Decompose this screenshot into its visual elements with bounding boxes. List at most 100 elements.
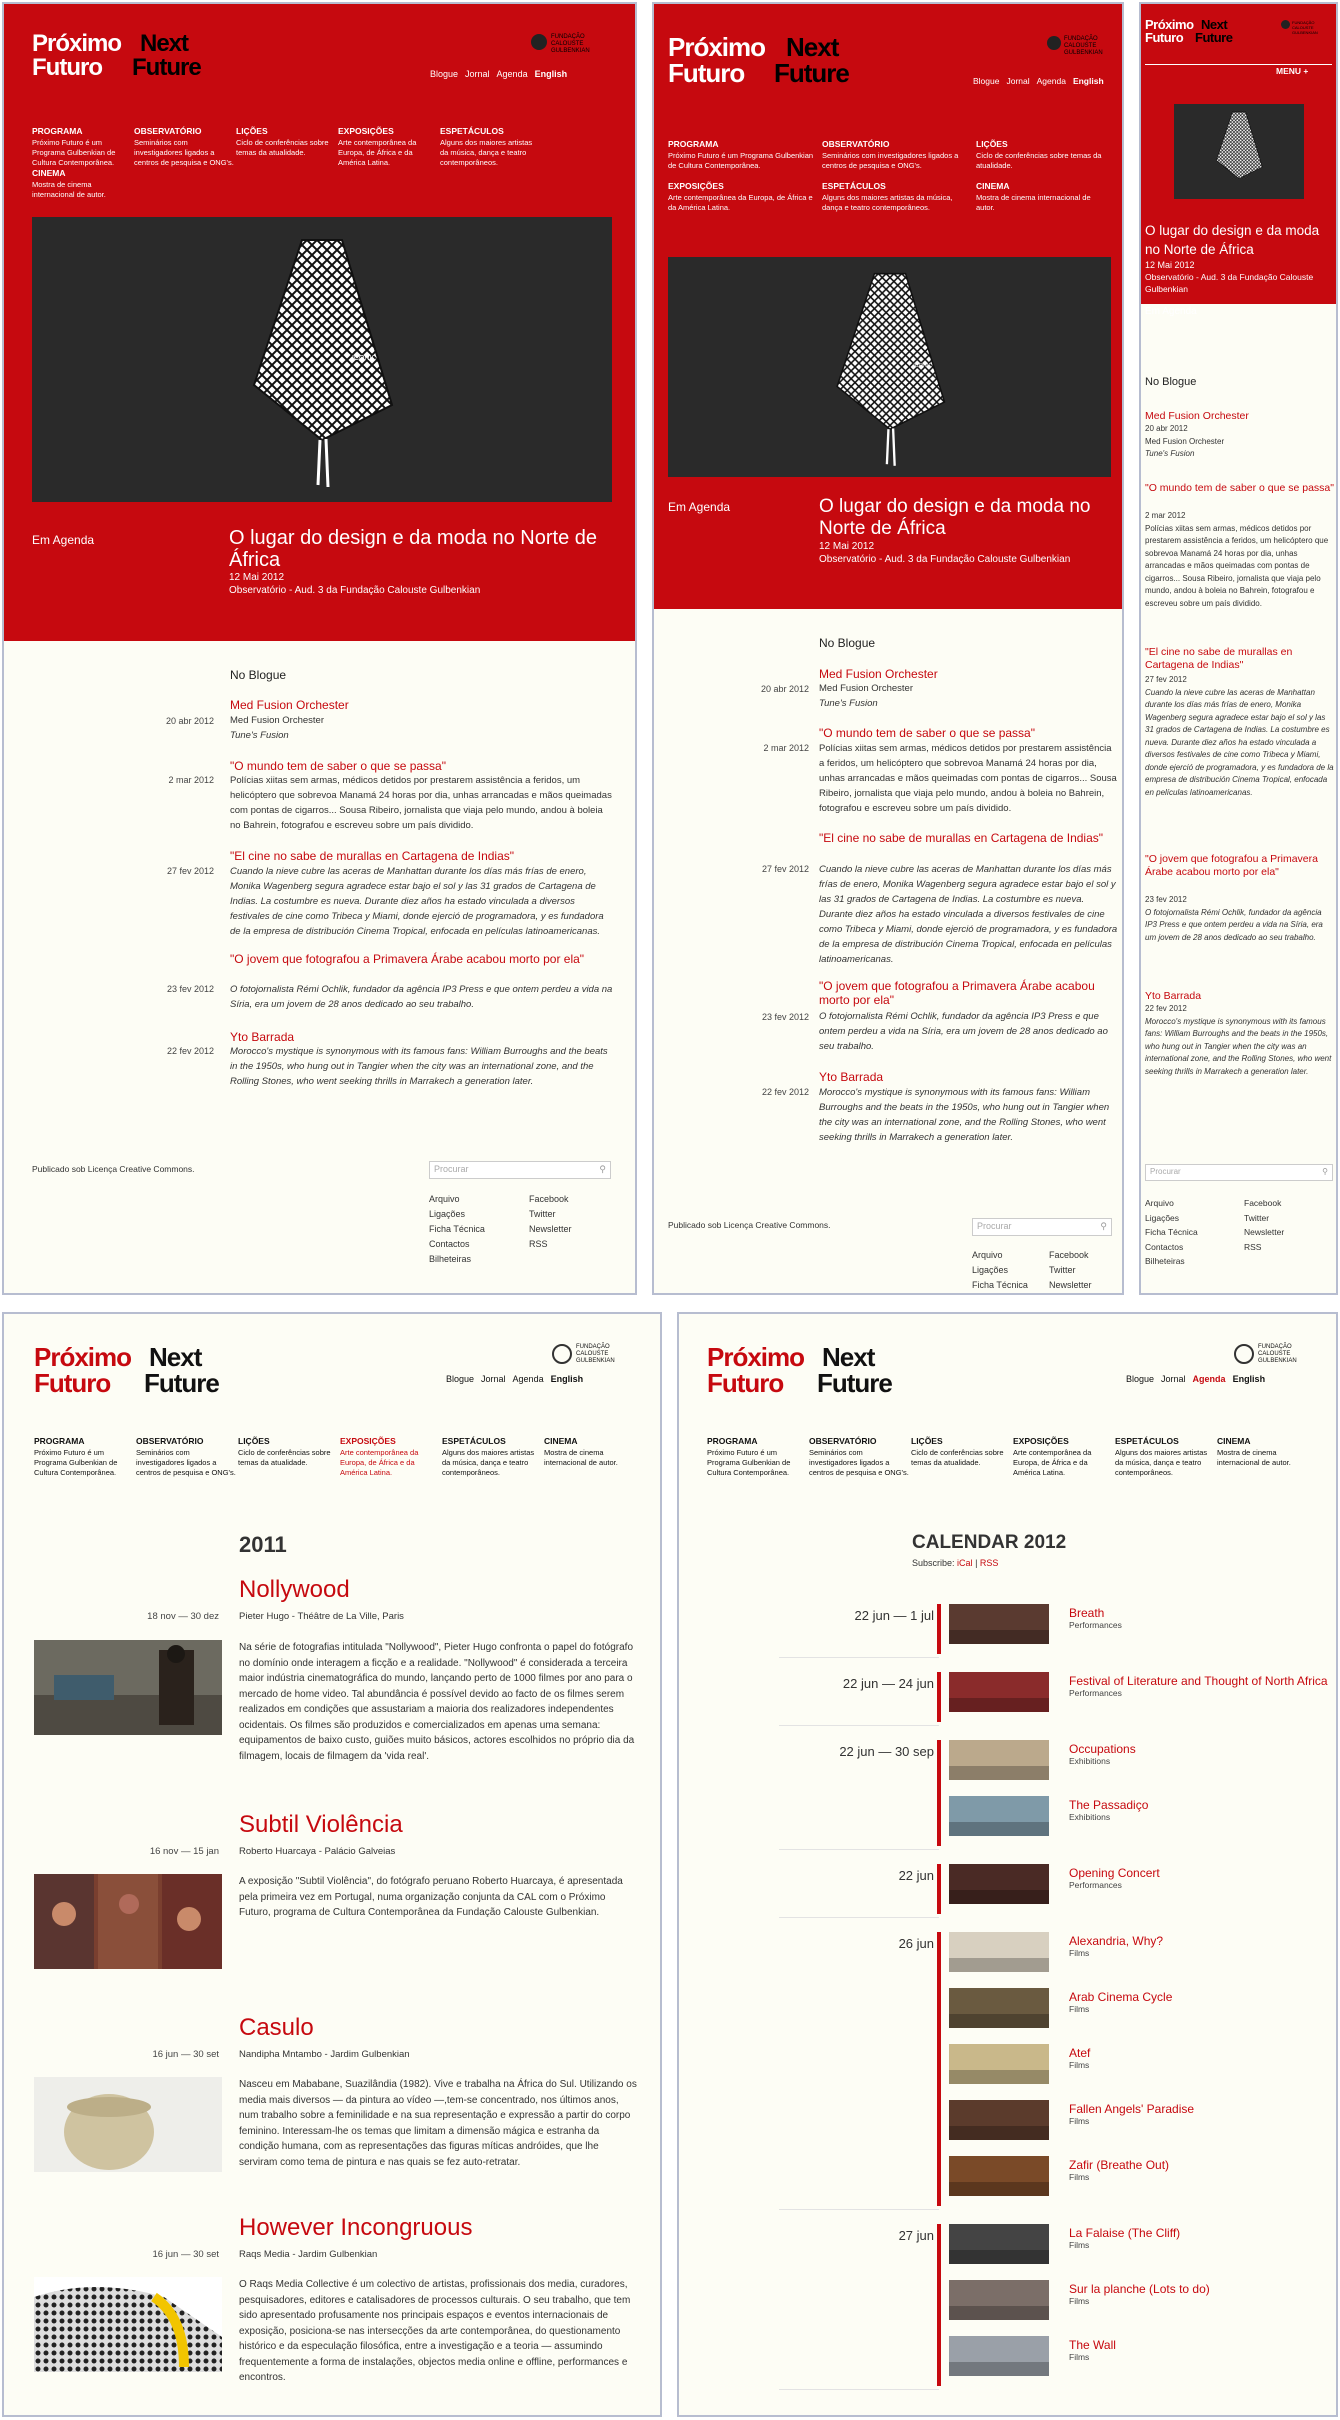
nav-blogue[interactable]: Blogue: [973, 76, 999, 86]
menu-observatorio[interactable]: OBSERVATÓRIO Seminários com investigadore…: [822, 139, 974, 181]
footer-link[interactable]: Facebook: [1244, 1196, 1284, 1211]
post-title[interactable]: Med Fusion Orchester: [230, 698, 349, 712]
footer-link[interactable]: Arquivo: [1145, 1196, 1198, 1211]
post-title[interactable]: "O jovem que fotografou a Primavera Árab…: [230, 952, 615, 966]
footer-link[interactable]: Ficha Técnica: [1145, 1225, 1198, 1240]
ical-link[interactable]: iCal: [957, 1558, 973, 1568]
calendar-event[interactable]: Fallen Angels' Paradise Films: [1069, 2102, 1329, 2126]
menu-exposicoes[interactable]: EXPOSIÇÕES Arte contemporânea da Europa, …: [668, 181, 820, 213]
nav-english[interactable]: English: [551, 1374, 584, 1384]
post-title[interactable]: "O mundo tem de saber o que se passa": [819, 726, 1119, 740]
event-title[interactable]: Zafir (Breathe Out): [1069, 2158, 1329, 2172]
event-thumbnail[interactable]: [949, 1988, 1049, 2028]
post-title[interactable]: Med Fusion Orchester: [819, 667, 938, 681]
search-input[interactable]: Procurar ⚲: [972, 1218, 1112, 1236]
menu-espetaculos[interactable]: ESPETÁCULOS Alguns dos maiores artistas d…: [442, 1436, 542, 1478]
calendar-event[interactable]: Atef Films: [1069, 2046, 1329, 2070]
event-thumbnail[interactable]: [949, 1604, 1049, 1644]
menu-espetaculos[interactable]: ESPETÁCULOS Alguns dos maiores artistas d…: [440, 126, 540, 168]
calendar-event[interactable]: The Passadiço Exhibitions: [1069, 1798, 1329, 1822]
event-thumbnail[interactable]: [949, 1740, 1049, 1780]
menu-exposicoes-active[interactable]: EXPOSIÇÕES Arte contemporânea da Europa, …: [340, 1436, 440, 1478]
footer-link[interactable]: Bilheteiras: [429, 1252, 485, 1267]
post-title[interactable]: "El cine no sabe de murallas en Cartagen…: [819, 831, 1119, 845]
event-thumbnail[interactable]: [949, 2280, 1049, 2320]
mobile-menu-button[interactable]: MENU +: [1276, 66, 1308, 76]
menu-programa[interactable]: PROGRAMA Próximo Futuro é um Programa Gul…: [707, 1436, 807, 1478]
menu-cinema[interactable]: CINEMA Mostra de cinema internacional de …: [32, 168, 112, 200]
footer-link[interactable]: RSS: [529, 1237, 572, 1252]
menu-observatorio[interactable]: OBSERVATÓRIO Seminários com investigadore…: [134, 126, 234, 168]
event-title[interactable]: Sur la planche (Lots to do): [1069, 2282, 1329, 2296]
nav-english[interactable]: English: [1233, 1374, 1266, 1384]
footer-link[interactable]: Newsletter: [529, 1222, 572, 1237]
menu-cinema[interactable]: CINEMA Mostra de cinema internacional de …: [544, 1436, 629, 1478]
post-title[interactable]: "El cine no sabe de murallas en Cartagen…: [230, 849, 615, 863]
footer-link[interactable]: Twitter: [1244, 1211, 1284, 1226]
footer-link[interactable]: Ligações: [1145, 1211, 1198, 1226]
search-icon[interactable]: ⚲: [1100, 1221, 1107, 1232]
post-title[interactable]: Med Fusion Orchester: [1145, 409, 1335, 423]
calendar-event[interactable]: Breath Performances: [1069, 1606, 1329, 1630]
exhibition-image[interactable]: [34, 1640, 222, 1735]
footer-link[interactable]: Ligações: [429, 1207, 485, 1222]
hero-image[interactable]: [1174, 104, 1304, 199]
search-input[interactable]: Procurar ⚲: [1145, 1164, 1333, 1181]
menu-programa[interactable]: PROGRAMA Próximo Futuro é um Programa Gul…: [34, 1436, 134, 1478]
footer-link[interactable]: Newsletter: [1049, 1278, 1092, 1293]
footer-link[interactable]: RSS: [1244, 1240, 1284, 1255]
event-thumbnail[interactable]: [949, 2156, 1049, 2196]
post-title[interactable]: Yto Barrada: [819, 1070, 883, 1084]
menu-espetaculos[interactable]: ESPETÁCULOS Alguns dos maiores artistas d…: [822, 181, 974, 213]
nav-blogue[interactable]: Blogue: [430, 69, 458, 79]
hero-image[interactable]: ICONIC: [668, 257, 1111, 477]
nav-jornal[interactable]: Jornal: [481, 1374, 506, 1384]
post-title[interactable]: Yto Barrada: [230, 1030, 294, 1044]
footer-link[interactable]: Newsletter: [1244, 1225, 1284, 1240]
footer-link[interactable]: Ligações: [972, 1263, 1028, 1278]
event-thumbnail[interactable]: [949, 1932, 1049, 1972]
nav-blogue[interactable]: Blogue: [446, 1374, 474, 1384]
nav-blogue[interactable]: Blogue: [1126, 1374, 1154, 1384]
nav-english[interactable]: English: [535, 69, 568, 79]
event-title[interactable]: O lugar do design e da moda no Norte de …: [229, 527, 629, 571]
calendar-event[interactable]: Opening Concert Performances: [1069, 1866, 1329, 1890]
event-thumbnail[interactable]: [949, 1864, 1049, 1904]
calendar-event[interactable]: Occupations Exhibitions: [1069, 1742, 1329, 1766]
post-title[interactable]: "O mundo tem de saber o que se passa": [230, 759, 610, 773]
event-title[interactable]: Occupations: [1069, 1742, 1329, 1756]
footer-link[interactable]: Ficha Técnica: [972, 1278, 1028, 1293]
menu-licoes[interactable]: LIÇÕES Ciclo de conferências sobre temas …: [976, 139, 1106, 181]
exhibition-title[interactable]: Casulo: [239, 2014, 314, 2042]
menu-programa[interactable]: PROGRAMA Próximo Futuro é um Programa Gul…: [32, 126, 132, 168]
post-title[interactable]: Yto Barrada: [1145, 989, 1201, 1003]
exhibition-image[interactable]: [34, 1874, 222, 1969]
event-title[interactable]: O lugar do design e da moda no Norte de …: [819, 496, 1119, 540]
footer-link[interactable]: Bilheteiras: [1145, 1254, 1198, 1269]
exhibition-title[interactable]: However Incongruous: [239, 2214, 472, 2242]
event-title[interactable]: Festival of Literature and Thought of No…: [1069, 1674, 1329, 1688]
menu-observatorio[interactable]: OBSERVATÓRIO Seminários com investigadore…: [809, 1436, 909, 1478]
footer-link[interactable]: Arquivo: [972, 1248, 1028, 1263]
event-block[interactable]: O lugar do design e da moda no Norte de …: [819, 496, 1119, 566]
post-title[interactable]: "O mundo tem de saber o que se passa": [1145, 482, 1335, 495]
nav-jornal[interactable]: Jornal: [465, 69, 490, 79]
menu-licoes[interactable]: LIÇÕES Ciclo de conferências sobre temas …: [238, 1436, 338, 1478]
event-title[interactable]: Arab Cinema Cycle: [1069, 1990, 1329, 2004]
calendar-event[interactable]: La Falaise (The Cliff) Films: [1069, 2226, 1329, 2250]
nav-english[interactable]: English: [1073, 76, 1104, 86]
footer-link[interactable]: Contactos: [1145, 1240, 1198, 1255]
event-thumbnail[interactable]: [949, 2224, 1049, 2264]
logo[interactable]: Próximo Futuro Next Future: [1145, 18, 1233, 44]
menu-espetaculos[interactable]: ESPETÁCULOS Alguns dos maiores artistas d…: [1115, 1436, 1215, 1478]
footer-link[interactable]: Arquivo: [429, 1192, 485, 1207]
em-agenda-label[interactable]: Em Agenda: [1145, 305, 1335, 318]
logo[interactable]: Próximo Futuro Next Future: [32, 32, 202, 80]
footer-link[interactable]: Ficha Técnica: [429, 1222, 485, 1237]
event-title[interactable]: Fallen Angels' Paradise: [1069, 2102, 1329, 2116]
event-title[interactable]: Alexandria, Why?: [1069, 1934, 1329, 1948]
event-thumbnail[interactable]: [949, 2100, 1049, 2140]
menu-cinema[interactable]: CINEMA Mostra de cinema internacional de …: [1217, 1436, 1302, 1478]
event-thumbnail[interactable]: [949, 1796, 1049, 1836]
footer-link[interactable]: Facebook: [529, 1192, 572, 1207]
